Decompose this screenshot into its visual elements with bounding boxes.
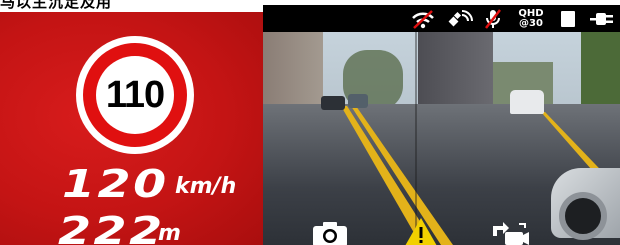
speed-info-panel: 110 120 km/h 222 m xyxy=(0,12,263,245)
warning-icon[interactable] xyxy=(403,216,439,245)
status-bar: QHD @30 xyxy=(263,5,620,32)
power-plug-icon[interactable] xyxy=(589,8,617,30)
top-caption: 马以主沉足及用 xyxy=(0,0,113,11)
current-speed: 120 km/h xyxy=(62,162,236,206)
camera-view xyxy=(263,12,620,245)
framerate-label: @30 xyxy=(519,18,543,29)
speed-limit-sign: 110 xyxy=(76,36,194,154)
gps-satellite-icon[interactable] xyxy=(446,8,474,30)
camera-icon[interactable] xyxy=(311,220,349,245)
car xyxy=(510,90,544,114)
speed-unit: km/h xyxy=(175,174,237,199)
speed-limit-ring: 110 xyxy=(83,43,187,147)
switch-camera-icon[interactable] xyxy=(489,220,529,245)
speed-limit-value: 110 xyxy=(105,73,165,116)
distance-unit: m xyxy=(158,221,181,245)
distance-value: 222 xyxy=(58,209,165,245)
distance: 222 m xyxy=(58,209,181,245)
mic-muted-icon[interactable] xyxy=(481,8,505,30)
resolution-icon: QHD @30 xyxy=(514,8,548,30)
wifi-off-icon[interactable] xyxy=(409,8,437,30)
sd-card-icon[interactable] xyxy=(559,8,577,30)
current-speed-value: 120 xyxy=(62,162,169,206)
